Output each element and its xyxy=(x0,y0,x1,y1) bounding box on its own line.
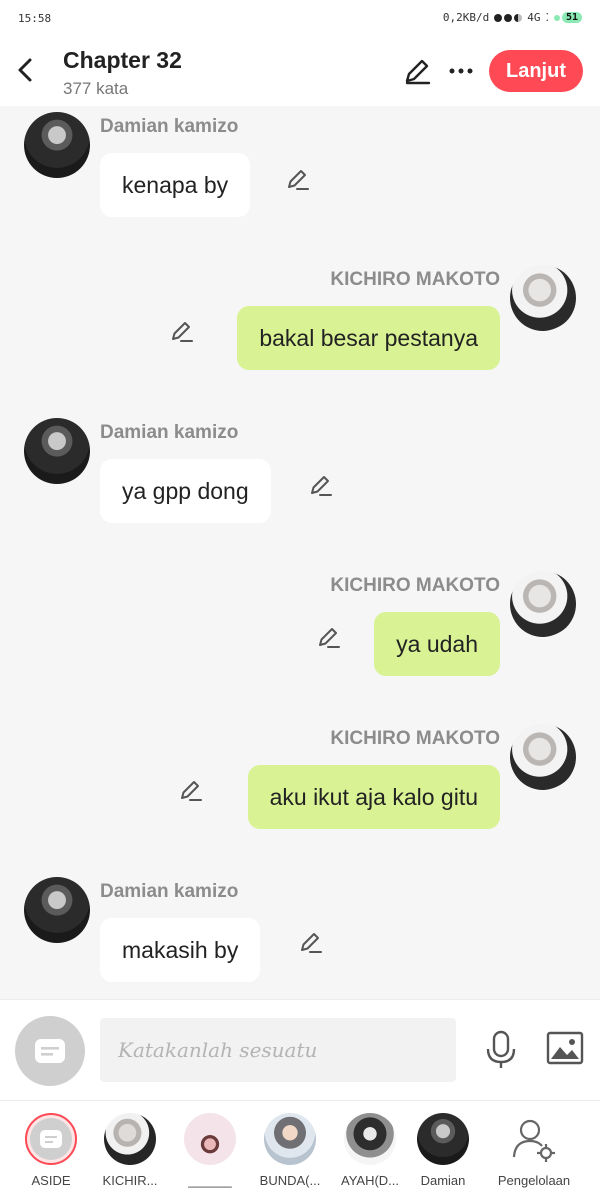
avatar-kichiro[interactable] xyxy=(510,571,576,637)
avatar xyxy=(264,1113,316,1165)
character-label: KICHIR... xyxy=(102,1173,158,1188)
character-tab-kichiro[interactable]: KICHIR... xyxy=(90,1101,170,1200)
sender-name: KICHIRO MAKOTO xyxy=(330,269,500,290)
image-button[interactable] xyxy=(546,1030,584,1066)
chapter-title: Chapter 32 xyxy=(63,47,182,73)
image-icon xyxy=(546,1031,584,1065)
character-tab-bunda[interactable]: BUNDA(... xyxy=(250,1101,330,1200)
status-time: 15:58 xyxy=(18,12,52,25)
avatar-damian[interactable] xyxy=(24,877,90,943)
edit-message-icon[interactable] xyxy=(298,929,324,955)
message-input[interactable] xyxy=(100,1018,456,1082)
sender-name: Damian kamizo xyxy=(100,422,239,443)
more-dots-icon xyxy=(449,68,473,74)
character-bar: ASIDE KICHIR... ______ BUNDA(... AYAH(D.… xyxy=(0,1100,600,1200)
chat-bubble-icon xyxy=(35,1039,65,1063)
microphone-icon xyxy=(486,1030,516,1068)
character-tab-unnamed[interactable]: ______ xyxy=(170,1101,250,1200)
aside-avatar xyxy=(25,1113,77,1165)
message-bubble[interactable]: aku ikut aja kalo gitu xyxy=(247,765,500,829)
status-bar: 15:58 0,2KB/d 4G ⁚ 51 xyxy=(0,0,600,36)
character-tab-damian[interactable]: Damian xyxy=(403,1101,483,1200)
character-label: ASIDE xyxy=(31,1173,71,1188)
message-bubble[interactable]: bakal besar pestanya xyxy=(237,306,500,370)
character-label: Damian xyxy=(420,1173,466,1188)
avatar xyxy=(344,1113,396,1165)
message-bubble[interactable]: makasih by xyxy=(100,918,261,982)
avatar xyxy=(104,1113,156,1165)
edit-chapter-button[interactable] xyxy=(402,56,432,86)
battery-level: 51 xyxy=(561,12,582,23)
edit-message-icon[interactable] xyxy=(285,166,311,192)
voice-button[interactable] xyxy=(483,1030,519,1070)
avatar xyxy=(184,1113,236,1165)
more-options-button[interactable] xyxy=(446,56,476,86)
message-bubble[interactable]: ya udah xyxy=(374,612,500,676)
avatar-damian[interactable] xyxy=(24,418,90,484)
word-count: 377 kata xyxy=(63,79,129,98)
avatar-damian[interactable] xyxy=(24,112,90,178)
aside-toggle-button[interactable] xyxy=(15,1016,85,1086)
sender-name: KICHIRO MAKOTO xyxy=(330,575,500,596)
message-bubble[interactable]: ya gpp dong xyxy=(100,459,271,523)
edit-message-icon[interactable] xyxy=(316,624,342,650)
character-label: ______ xyxy=(188,1173,232,1188)
sender-name: Damian kamizo xyxy=(100,881,239,902)
manage-icon-wrap xyxy=(508,1113,560,1165)
character-tab-ayah[interactable]: AYAH(D... xyxy=(330,1101,410,1200)
sender-name: KICHIRO MAKOTO xyxy=(330,728,500,749)
sender-name: Damian kamizo xyxy=(100,116,239,137)
chapter-header: Chapter 32 377 kata Lanjut xyxy=(0,36,600,106)
battery-icon: 51 xyxy=(553,12,582,23)
character-label: AYAH(D... xyxy=(340,1173,400,1188)
avatar xyxy=(417,1113,469,1165)
chevron-left-icon xyxy=(18,58,32,82)
back-button[interactable] xyxy=(10,54,42,86)
wifi-icon: ⁚ xyxy=(545,11,549,24)
edit-message-icon[interactable] xyxy=(308,472,334,498)
signal-icon xyxy=(494,13,523,22)
edit-message-icon[interactable] xyxy=(169,318,195,344)
character-label: BUNDA(... xyxy=(259,1173,321,1188)
character-tab-aside[interactable]: ASIDE xyxy=(11,1101,91,1200)
user-settings-icon xyxy=(512,1119,555,1162)
avatar-kichiro[interactable] xyxy=(510,265,576,331)
manage-characters-tab[interactable]: Pengelolaan xyxy=(494,1101,574,1200)
message-bubble[interactable]: kenapa by xyxy=(100,153,251,217)
pencil-icon xyxy=(405,59,431,85)
status-indicators: 0,2KB/d 4G ⁚ 51 xyxy=(443,11,582,24)
net-speed: 0,2KB/d xyxy=(442,11,490,24)
chat-bubble-icon xyxy=(40,1130,62,1148)
continue-button[interactable]: Lanjut xyxy=(489,50,583,92)
composer-bar xyxy=(0,999,600,1100)
avatar-kichiro[interactable] xyxy=(510,724,576,790)
chat-area[interactable]: Damian kamizo kenapa by KICHIRO MAKOTO b… xyxy=(0,106,600,999)
edit-message-icon[interactable] xyxy=(178,777,204,803)
network-type: 4G xyxy=(527,11,541,24)
character-label: Pengelolaan xyxy=(497,1173,571,1188)
